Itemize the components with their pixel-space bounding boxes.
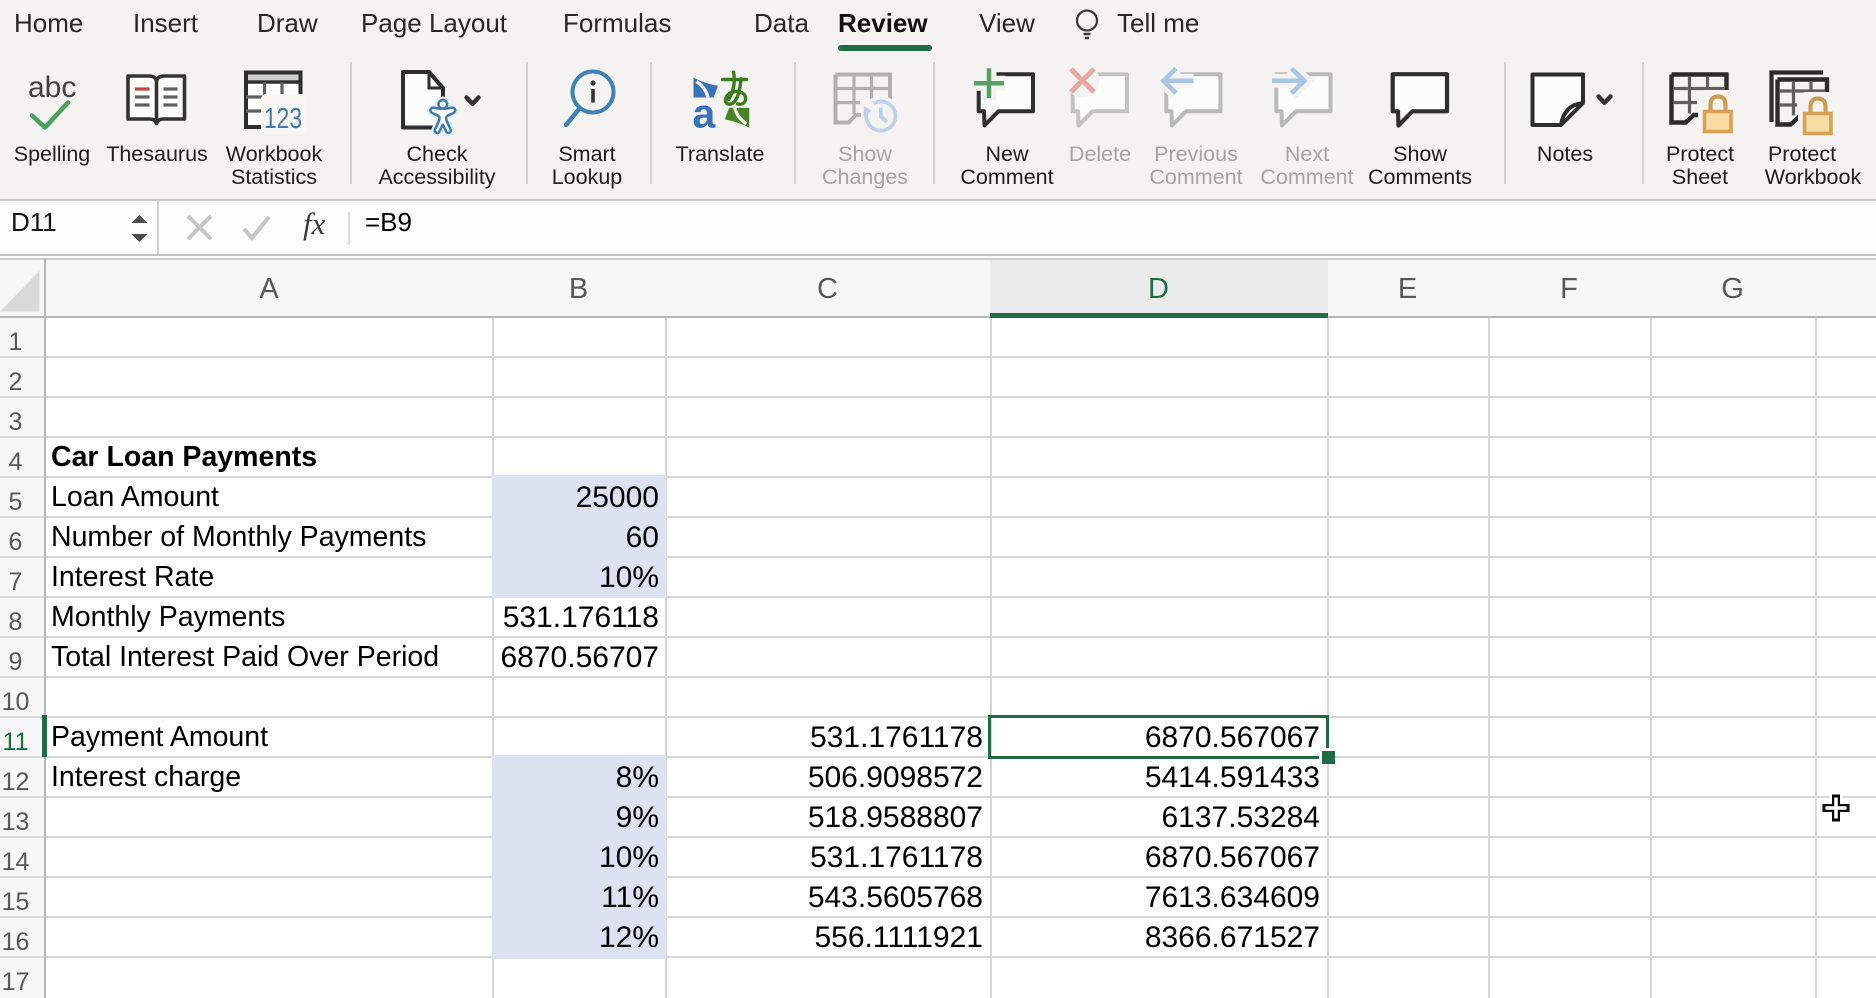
svg-text:abc: abc bbox=[28, 71, 76, 104]
svg-text:a: a bbox=[693, 91, 717, 137]
svg-text:123: 123 bbox=[264, 103, 302, 135]
